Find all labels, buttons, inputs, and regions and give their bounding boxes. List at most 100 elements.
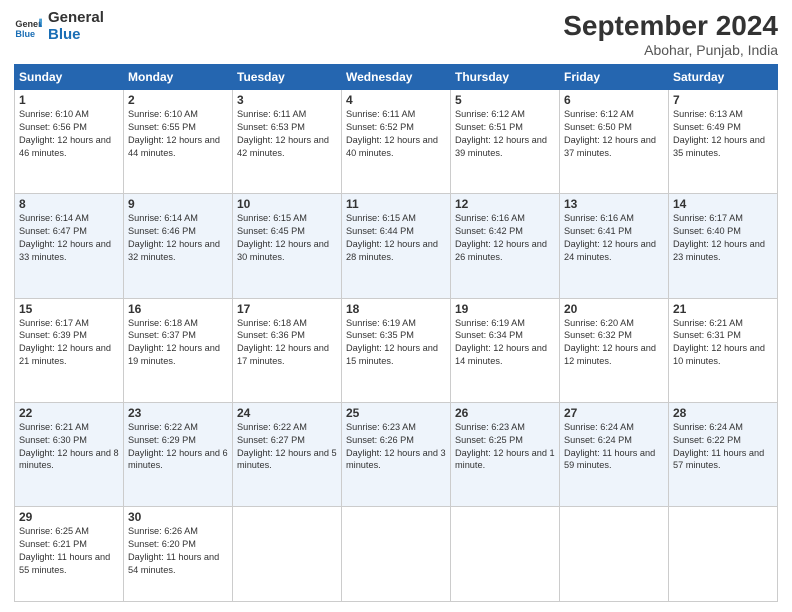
day-number: 22 bbox=[19, 406, 119, 420]
day-number: 25 bbox=[346, 406, 446, 420]
day-info: Sunrise: 6:15 AMSunset: 6:44 PMDaylight:… bbox=[346, 212, 446, 264]
day-number: 10 bbox=[237, 197, 337, 211]
calendar-cell: 22Sunrise: 6:21 AMSunset: 6:30 PMDayligh… bbox=[15, 402, 124, 506]
title-section: September 2024 Abohar, Punjab, India bbox=[563, 10, 778, 58]
calendar-cell: 18Sunrise: 6:19 AMSunset: 6:35 PMDayligh… bbox=[342, 298, 451, 402]
day-number: 30 bbox=[128, 510, 228, 524]
calendar-cell bbox=[233, 507, 342, 602]
calendar-cell: 29Sunrise: 6:25 AMSunset: 6:21 PMDayligh… bbox=[15, 507, 124, 602]
calendar-cell: 21Sunrise: 6:21 AMSunset: 6:31 PMDayligh… bbox=[669, 298, 778, 402]
svg-text:General: General bbox=[15, 19, 42, 29]
day-info: Sunrise: 6:19 AMSunset: 6:34 PMDaylight:… bbox=[455, 317, 555, 369]
day-number: 6 bbox=[564, 93, 664, 107]
day-number: 8 bbox=[19, 197, 119, 211]
calendar-cell: 27Sunrise: 6:24 AMSunset: 6:24 PMDayligh… bbox=[560, 402, 669, 506]
day-number: 1 bbox=[19, 93, 119, 107]
calendar-cell: 4Sunrise: 6:11 AMSunset: 6:52 PMDaylight… bbox=[342, 90, 451, 194]
svg-text:Blue: Blue bbox=[15, 28, 35, 38]
day-number: 27 bbox=[564, 406, 664, 420]
calendar-cell: 19Sunrise: 6:19 AMSunset: 6:34 PMDayligh… bbox=[451, 298, 560, 402]
day-number: 21 bbox=[673, 302, 773, 316]
day-number: 19 bbox=[455, 302, 555, 316]
day-number: 11 bbox=[346, 197, 446, 211]
month-title: September 2024 bbox=[563, 10, 778, 42]
logo: General Blue General Blue bbox=[14, 10, 104, 43]
day-info: Sunrise: 6:16 AMSunset: 6:42 PMDaylight:… bbox=[455, 212, 555, 264]
page: General Blue General Blue September 2024… bbox=[0, 0, 792, 612]
calendar-cell: 1Sunrise: 6:10 AMSunset: 6:56 PMDaylight… bbox=[15, 90, 124, 194]
weekday-header-sunday: Sunday bbox=[15, 65, 124, 90]
header: General Blue General Blue September 2024… bbox=[14, 10, 778, 58]
day-number: 7 bbox=[673, 93, 773, 107]
day-number: 26 bbox=[455, 406, 555, 420]
day-info: Sunrise: 6:23 AMSunset: 6:25 PMDaylight:… bbox=[455, 421, 555, 473]
day-number: 3 bbox=[237, 93, 337, 107]
day-info: Sunrise: 6:22 AMSunset: 6:29 PMDaylight:… bbox=[128, 421, 228, 473]
day-info: Sunrise: 6:25 AMSunset: 6:21 PMDaylight:… bbox=[19, 525, 119, 577]
day-number: 17 bbox=[237, 302, 337, 316]
day-number: 29 bbox=[19, 510, 119, 524]
weekday-header-row: SundayMondayTuesdayWednesdayThursdayFrid… bbox=[15, 65, 778, 90]
calendar-cell: 7Sunrise: 6:13 AMSunset: 6:49 PMDaylight… bbox=[669, 90, 778, 194]
day-number: 14 bbox=[673, 197, 773, 211]
weekday-header-friday: Friday bbox=[560, 65, 669, 90]
weekday-header-wednesday: Wednesday bbox=[342, 65, 451, 90]
day-info: Sunrise: 6:11 AMSunset: 6:52 PMDaylight:… bbox=[346, 108, 446, 160]
logo-general: General bbox=[48, 10, 104, 27]
calendar-cell: 12Sunrise: 6:16 AMSunset: 6:42 PMDayligh… bbox=[451, 194, 560, 298]
calendar-cell: 14Sunrise: 6:17 AMSunset: 6:40 PMDayligh… bbox=[669, 194, 778, 298]
calendar-cell: 6Sunrise: 6:12 AMSunset: 6:50 PMDaylight… bbox=[560, 90, 669, 194]
week-row-5: 29Sunrise: 6:25 AMSunset: 6:21 PMDayligh… bbox=[15, 507, 778, 602]
day-number: 23 bbox=[128, 406, 228, 420]
day-info: Sunrise: 6:11 AMSunset: 6:53 PMDaylight:… bbox=[237, 108, 337, 160]
calendar-cell: 11Sunrise: 6:15 AMSunset: 6:44 PMDayligh… bbox=[342, 194, 451, 298]
calendar-cell: 24Sunrise: 6:22 AMSunset: 6:27 PMDayligh… bbox=[233, 402, 342, 506]
calendar-cell: 25Sunrise: 6:23 AMSunset: 6:26 PMDayligh… bbox=[342, 402, 451, 506]
calendar-cell: 10Sunrise: 6:15 AMSunset: 6:45 PMDayligh… bbox=[233, 194, 342, 298]
weekday-header-thursday: Thursday bbox=[451, 65, 560, 90]
week-row-3: 15Sunrise: 6:17 AMSunset: 6:39 PMDayligh… bbox=[15, 298, 778, 402]
week-row-1: 1Sunrise: 6:10 AMSunset: 6:56 PMDaylight… bbox=[15, 90, 778, 194]
logo-icon: General Blue bbox=[14, 13, 42, 41]
calendar-cell: 17Sunrise: 6:18 AMSunset: 6:36 PMDayligh… bbox=[233, 298, 342, 402]
day-info: Sunrise: 6:17 AMSunset: 6:40 PMDaylight:… bbox=[673, 212, 773, 264]
day-info: Sunrise: 6:10 AMSunset: 6:56 PMDaylight:… bbox=[19, 108, 119, 160]
day-info: Sunrise: 6:21 AMSunset: 6:30 PMDaylight:… bbox=[19, 421, 119, 473]
day-info: Sunrise: 6:12 AMSunset: 6:50 PMDaylight:… bbox=[564, 108, 664, 160]
day-info: Sunrise: 6:20 AMSunset: 6:32 PMDaylight:… bbox=[564, 317, 664, 369]
day-number: 5 bbox=[455, 93, 555, 107]
day-info: Sunrise: 6:14 AMSunset: 6:47 PMDaylight:… bbox=[19, 212, 119, 264]
calendar-cell: 2Sunrise: 6:10 AMSunset: 6:55 PMDaylight… bbox=[124, 90, 233, 194]
day-info: Sunrise: 6:10 AMSunset: 6:55 PMDaylight:… bbox=[128, 108, 228, 160]
weekday-header-monday: Monday bbox=[124, 65, 233, 90]
day-info: Sunrise: 6:13 AMSunset: 6:49 PMDaylight:… bbox=[673, 108, 773, 160]
calendar-cell: 28Sunrise: 6:24 AMSunset: 6:22 PMDayligh… bbox=[669, 402, 778, 506]
day-info: Sunrise: 6:17 AMSunset: 6:39 PMDaylight:… bbox=[19, 317, 119, 369]
calendar-cell: 16Sunrise: 6:18 AMSunset: 6:37 PMDayligh… bbox=[124, 298, 233, 402]
day-number: 20 bbox=[564, 302, 664, 316]
day-info: Sunrise: 6:24 AMSunset: 6:22 PMDaylight:… bbox=[673, 421, 773, 473]
day-number: 28 bbox=[673, 406, 773, 420]
calendar-cell bbox=[342, 507, 451, 602]
day-info: Sunrise: 6:22 AMSunset: 6:27 PMDaylight:… bbox=[237, 421, 337, 473]
day-info: Sunrise: 6:18 AMSunset: 6:36 PMDaylight:… bbox=[237, 317, 337, 369]
day-info: Sunrise: 6:24 AMSunset: 6:24 PMDaylight:… bbox=[564, 421, 664, 473]
day-number: 15 bbox=[19, 302, 119, 316]
day-number: 4 bbox=[346, 93, 446, 107]
day-number: 2 bbox=[128, 93, 228, 107]
day-number: 13 bbox=[564, 197, 664, 211]
day-info: Sunrise: 6:18 AMSunset: 6:37 PMDaylight:… bbox=[128, 317, 228, 369]
calendar-cell bbox=[669, 507, 778, 602]
calendar-cell: 9Sunrise: 6:14 AMSunset: 6:46 PMDaylight… bbox=[124, 194, 233, 298]
day-number: 9 bbox=[128, 197, 228, 211]
day-info: Sunrise: 6:21 AMSunset: 6:31 PMDaylight:… bbox=[673, 317, 773, 369]
calendar-cell: 23Sunrise: 6:22 AMSunset: 6:29 PMDayligh… bbox=[124, 402, 233, 506]
calendar-cell: 30Sunrise: 6:26 AMSunset: 6:20 PMDayligh… bbox=[124, 507, 233, 602]
day-info: Sunrise: 6:23 AMSunset: 6:26 PMDaylight:… bbox=[346, 421, 446, 473]
day-info: Sunrise: 6:15 AMSunset: 6:45 PMDaylight:… bbox=[237, 212, 337, 264]
day-info: Sunrise: 6:19 AMSunset: 6:35 PMDaylight:… bbox=[346, 317, 446, 369]
calendar-cell: 26Sunrise: 6:23 AMSunset: 6:25 PMDayligh… bbox=[451, 402, 560, 506]
day-number: 16 bbox=[128, 302, 228, 316]
calendar-cell bbox=[451, 507, 560, 602]
week-row-4: 22Sunrise: 6:21 AMSunset: 6:30 PMDayligh… bbox=[15, 402, 778, 506]
